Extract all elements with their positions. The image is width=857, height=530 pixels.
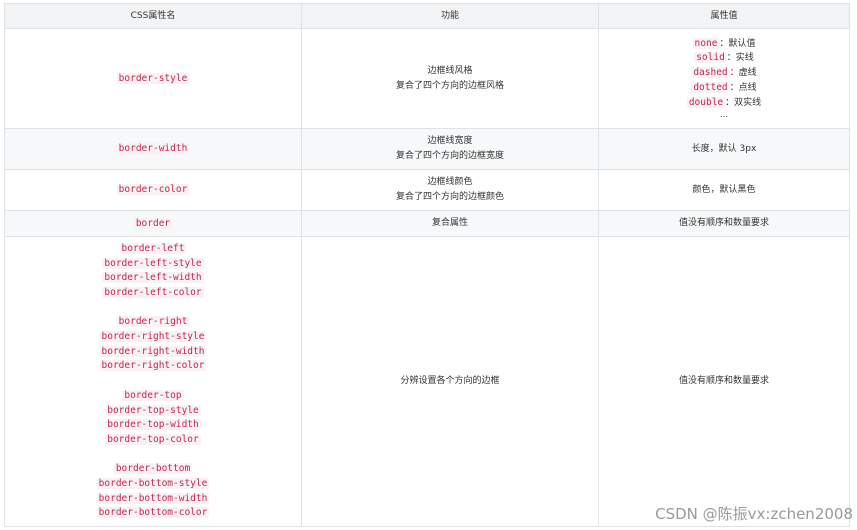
- function-cell: 边框线颜色 复合了四个方向的边框颜色: [301, 169, 599, 211]
- table-row: border-left border-left-style border-lef…: [4, 236, 850, 527]
- function-line: 边框线风格: [427, 65, 473, 76]
- table-header-row: CSS属性名 功能 属性值: [4, 3, 850, 29]
- value-cell: 长度，默认 3px: [598, 128, 850, 170]
- property-code: border-bottom-style: [96, 478, 210, 490]
- property-code: border-right-width: [99, 345, 207, 357]
- property-cell: border-left border-left-style border-lef…: [4, 236, 302, 527]
- value-cell: none ：默认值 solid ：实线 dashed ：虚线 dotted ：点线 do…: [598, 28, 850, 129]
- value-cell: 值没有顺序和数量要求: [598, 210, 850, 237]
- property-code: border: [133, 217, 173, 229]
- property-cell: border-width: [4, 128, 302, 170]
- function-cell: 复合属性: [301, 210, 599, 237]
- value-line: dashed ：虚线: [691, 67, 757, 79]
- function-cell: 边框线宽度 复合了四个方向的边框宽度: [301, 128, 599, 170]
- property-code: border-left-color: [102, 286, 204, 298]
- property-cell: border-style: [4, 28, 302, 129]
- header-function: 功能: [301, 3, 599, 29]
- header-css-property: CSS属性名: [4, 3, 302, 29]
- property-code: border-top-color: [105, 433, 201, 445]
- table-row: border-style 边框线风格 复合了四个方向的边框风格 none ：默认值…: [4, 28, 850, 129]
- function-line: 边框线宽度: [427, 136, 473, 146]
- value-line: none ：默认值: [692, 37, 756, 49]
- value-more: ...: [719, 110, 729, 121]
- property-code: border-bottom: [113, 463, 193, 475]
- property-code: border-left-width: [102, 272, 204, 284]
- property-code: border-top: [122, 389, 184, 401]
- property-code: border-right-color: [99, 360, 207, 372]
- function-line: 复合了四个方向的边框风格: [395, 80, 504, 91]
- function-line: 复合了四个方向的边框宽度: [395, 151, 504, 161]
- property-code: border-bottom-width: [96, 492, 210, 504]
- function-line: 复合了四个方向的边框颜色: [395, 192, 504, 202]
- table-row: border 复合属性 值没有顺序和数量要求: [4, 210, 850, 237]
- property-code: border-top-width: [105, 419, 201, 431]
- property-code: border-top-style: [105, 404, 201, 416]
- function-line: 边框线颜色: [427, 177, 473, 187]
- value-line: double ：双实线: [686, 96, 762, 108]
- table-row: border-color 边框线颜色 复合了四个方向的边框颜色 颜色，默认黑色: [4, 169, 850, 211]
- property-code: border-bottom-color: [96, 507, 210, 519]
- function-cell: 分辨设置各个方向的边框: [301, 236, 599, 527]
- header-value: 属性值: [598, 3, 850, 29]
- value-line: solid ：实线: [694, 52, 754, 64]
- watermark: CSDN @陈振vx:zchen2008: [655, 505, 853, 523]
- value-line: dotted ：点线: [691, 81, 757, 93]
- value-cell: 值没有顺序和数量要求: [598, 236, 850, 527]
- property-code: border-left-style: [102, 257, 204, 269]
- property-code: border-left: [119, 242, 187, 254]
- value-cell: 颜色，默认黑色: [598, 169, 850, 211]
- css-border-table: CSS属性名 功能 属性值 border-style 边框线风格 复合了四个方向…: [4, 3, 850, 527]
- property-code: border-width: [116, 143, 190, 154]
- function-cell: 边框线风格 复合了四个方向的边框风格: [301, 28, 599, 129]
- property-code: border-right-style: [99, 331, 207, 343]
- property-code: border-color: [116, 184, 190, 195]
- property-cell: border-color: [4, 169, 302, 211]
- table-row: border-width 边框线宽度 复合了四个方向的边框宽度 长度，默认 3p…: [4, 128, 850, 170]
- property-code: border-style: [116, 72, 190, 84]
- property-cell: border: [4, 210, 302, 237]
- property-code: border-right: [116, 316, 190, 328]
